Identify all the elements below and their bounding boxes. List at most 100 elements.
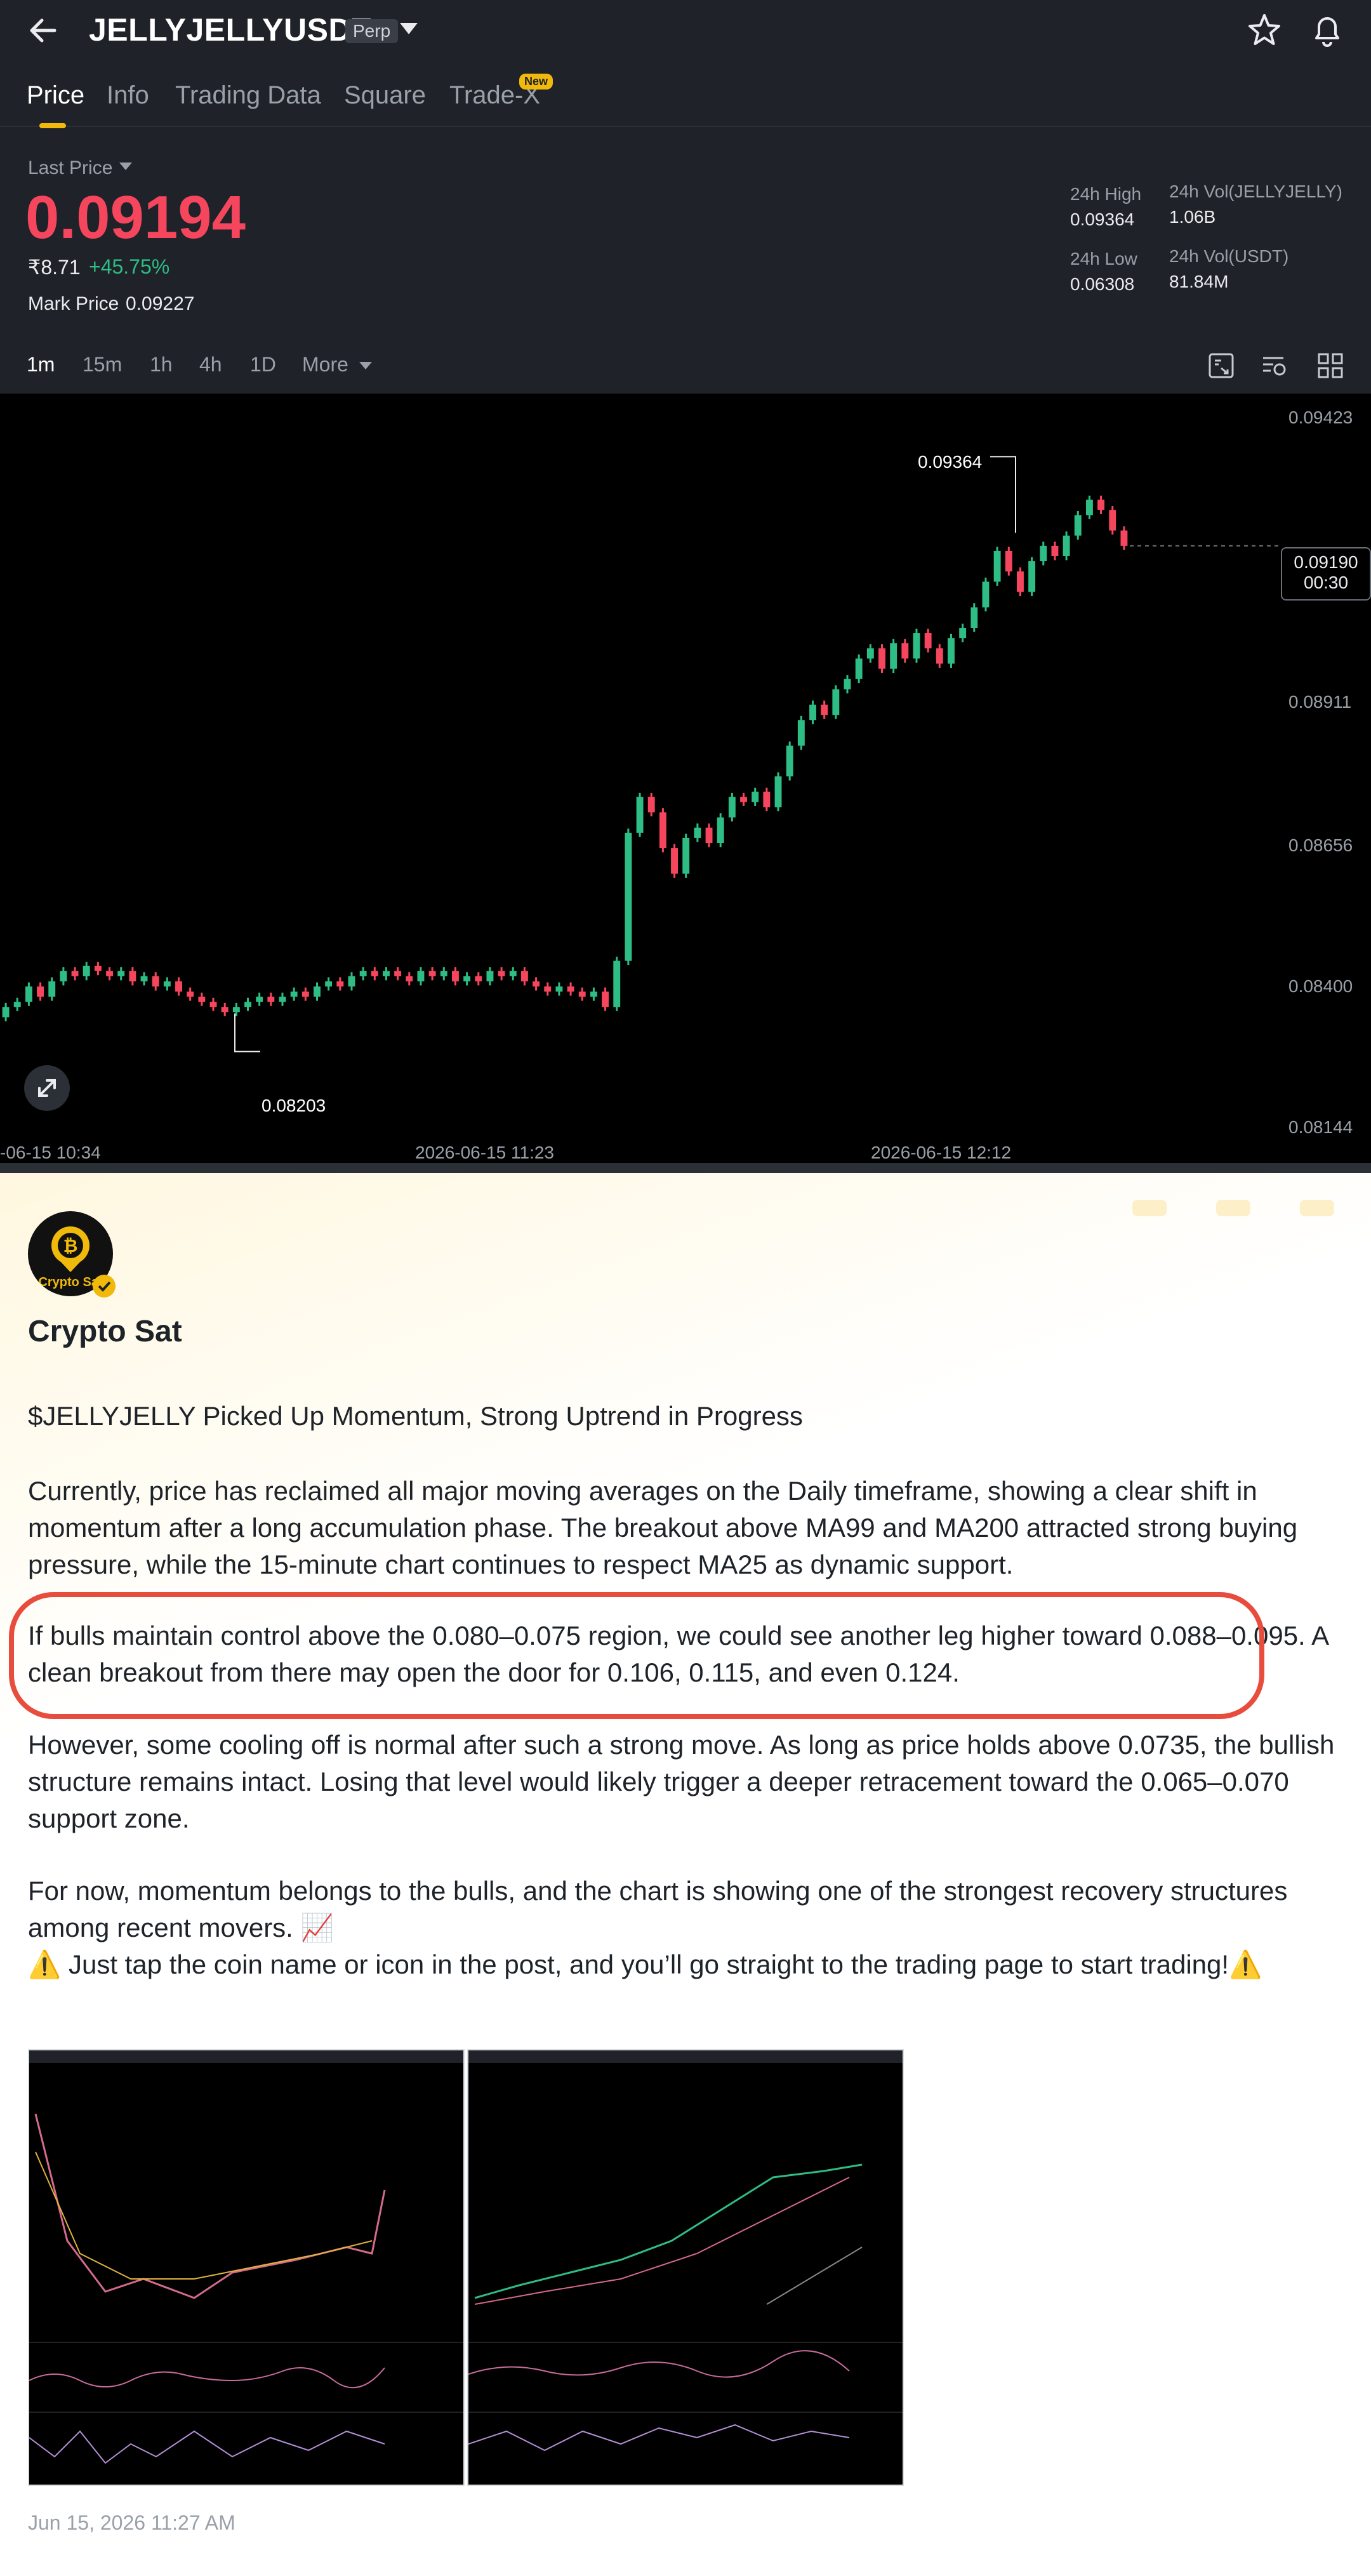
interval-1d[interactable]: 1D (250, 353, 276, 376)
candle-body (740, 797, 747, 802)
candle-body (348, 976, 355, 986)
candle-body (1005, 550, 1012, 572)
candle-body (71, 971, 79, 976)
candle-body (705, 827, 713, 843)
notification-bell-icon[interactable] (1308, 10, 1347, 50)
x-tick-label: -06-15 10:34 (0, 1143, 101, 1162)
indicators-icon[interactable] (1261, 352, 1288, 380)
attached-chart-image-1[interactable] (28, 2049, 465, 2486)
interval-15m[interactable]: 15m (83, 353, 122, 376)
tab-price[interactable]: Price (27, 81, 84, 110)
pair-dropdown-chevron-icon[interactable] (400, 23, 418, 34)
candle-body (2, 1007, 10, 1018)
y-tick-label: 0.09423 (1288, 408, 1353, 427)
decorative-block (1132, 1200, 1167, 1216)
candle-body (187, 992, 194, 997)
candle-body (106, 971, 113, 976)
top-bar: JELLYJELLYUSDT Perp (0, 0, 1371, 61)
interval-more[interactable]: More (302, 353, 348, 376)
candle-body (452, 971, 459, 981)
candle-body (359, 971, 367, 976)
post-paragraph-1: Currently, price has reclaimed all major… (28, 1476, 1298, 1579)
candle-body (256, 997, 263, 1002)
mark-price-value: 0.09227 (126, 293, 195, 314)
candle-body (232, 1007, 240, 1012)
candle-body (486, 971, 494, 981)
candle-body (406, 976, 413, 981)
candle-body (279, 997, 286, 1002)
interval-1h[interactable]: 1h (150, 353, 173, 376)
high-marker-label: 0.09364 (918, 452, 983, 472)
candle-body (83, 966, 90, 976)
tab-trading-data[interactable]: Trading Data (175, 81, 321, 110)
candle-body (959, 628, 967, 639)
y-tick-label: 0.08400 (1288, 976, 1353, 996)
attached-chart-image-2[interactable] (467, 2049, 904, 2486)
last-price-label[interactable]: Last Price (28, 157, 112, 179)
candle-body (267, 997, 275, 1002)
candle-body (533, 981, 540, 986)
price-change-percent: +45.75% (89, 255, 170, 278)
y-tick-label: 0.08911 (1288, 692, 1352, 712)
high-24h-label: 24h High (1070, 184, 1142, 204)
candle-body (578, 992, 586, 997)
fiat-price: ₹8.71 (28, 256, 81, 279)
fullscreen-button[interactable] (24, 1065, 70, 1111)
candle-body (198, 997, 206, 1002)
highlight-ring (9, 1592, 1264, 1719)
candle-body (314, 986, 321, 997)
candle-body (140, 976, 148, 981)
candle-body (509, 971, 517, 976)
candle-body (37, 986, 44, 997)
candle-body (428, 971, 436, 976)
candle-body (613, 960, 621, 1007)
tab-square[interactable]: Square (344, 81, 426, 110)
y-tick-label: 0.08144 (1288, 1117, 1353, 1137)
candle-body (797, 720, 805, 746)
low-marker-label: 0.08203 (262, 1096, 326, 1115)
candle-body (786, 745, 793, 777)
candle-body (752, 792, 759, 802)
vol-base-value: 1.06B (1169, 207, 1216, 227)
price-chart[interactable]: 0.09423 0.08911 0.08656 0.08400 0.08144 … (0, 394, 1371, 1173)
high-24h-value: 0.09364 (1070, 209, 1135, 229)
candle-body (924, 633, 932, 649)
candle-body (1109, 510, 1116, 531)
pair-name[interactable]: JELLYJELLYUSDT (89, 11, 371, 48)
candle-body (463, 976, 471, 981)
author-name[interactable]: Crypto Sat (28, 1314, 182, 1349)
chart-settings-icon[interactable] (1207, 352, 1235, 380)
last-price-value: 0.09194 (25, 183, 246, 251)
candle-body (325, 981, 333, 986)
more-chevron-icon[interactable] (359, 362, 372, 369)
new-badge: New (519, 74, 553, 90)
active-tab-indicator (39, 123, 66, 128)
tab-info[interactable]: Info (107, 81, 149, 110)
interval-1m[interactable]: 1m (27, 353, 55, 376)
vol-quote-label: 24h Vol(USDT) (1169, 246, 1289, 266)
candle-body (498, 971, 505, 976)
back-arrow-icon[interactable] (24, 11, 62, 50)
y-tick-label: 0.08656 (1288, 835, 1353, 855)
candle-body (290, 992, 298, 997)
interval-4h[interactable]: 4h (199, 353, 222, 376)
verified-badge-icon (93, 1275, 116, 1298)
low-marker-line (234, 1013, 260, 1052)
candle-body (901, 643, 909, 659)
last-price-chevron-icon[interactable] (119, 163, 132, 170)
favorite-star-icon[interactable] (1245, 11, 1283, 50)
candle-body (982, 581, 990, 607)
candle-body (590, 992, 597, 997)
candle-body (567, 986, 574, 992)
layout-grid-icon[interactable] (1316, 352, 1344, 380)
post-title: $JELLYJELLY Picked Up Momentum, Strong U… (28, 1401, 803, 1431)
svg-text:₿: ₿ (63, 1235, 78, 1256)
current-price-tag: 0.09190 00:30 (1281, 547, 1371, 601)
candle-body (636, 797, 644, 833)
candle-body (1017, 571, 1024, 592)
candle-countdown: 00:30 (1303, 573, 1349, 592)
candle-body (440, 971, 447, 976)
candle-body (244, 1002, 251, 1007)
expand-arrows-icon (38, 1079, 56, 1097)
candle-body (866, 648, 874, 659)
